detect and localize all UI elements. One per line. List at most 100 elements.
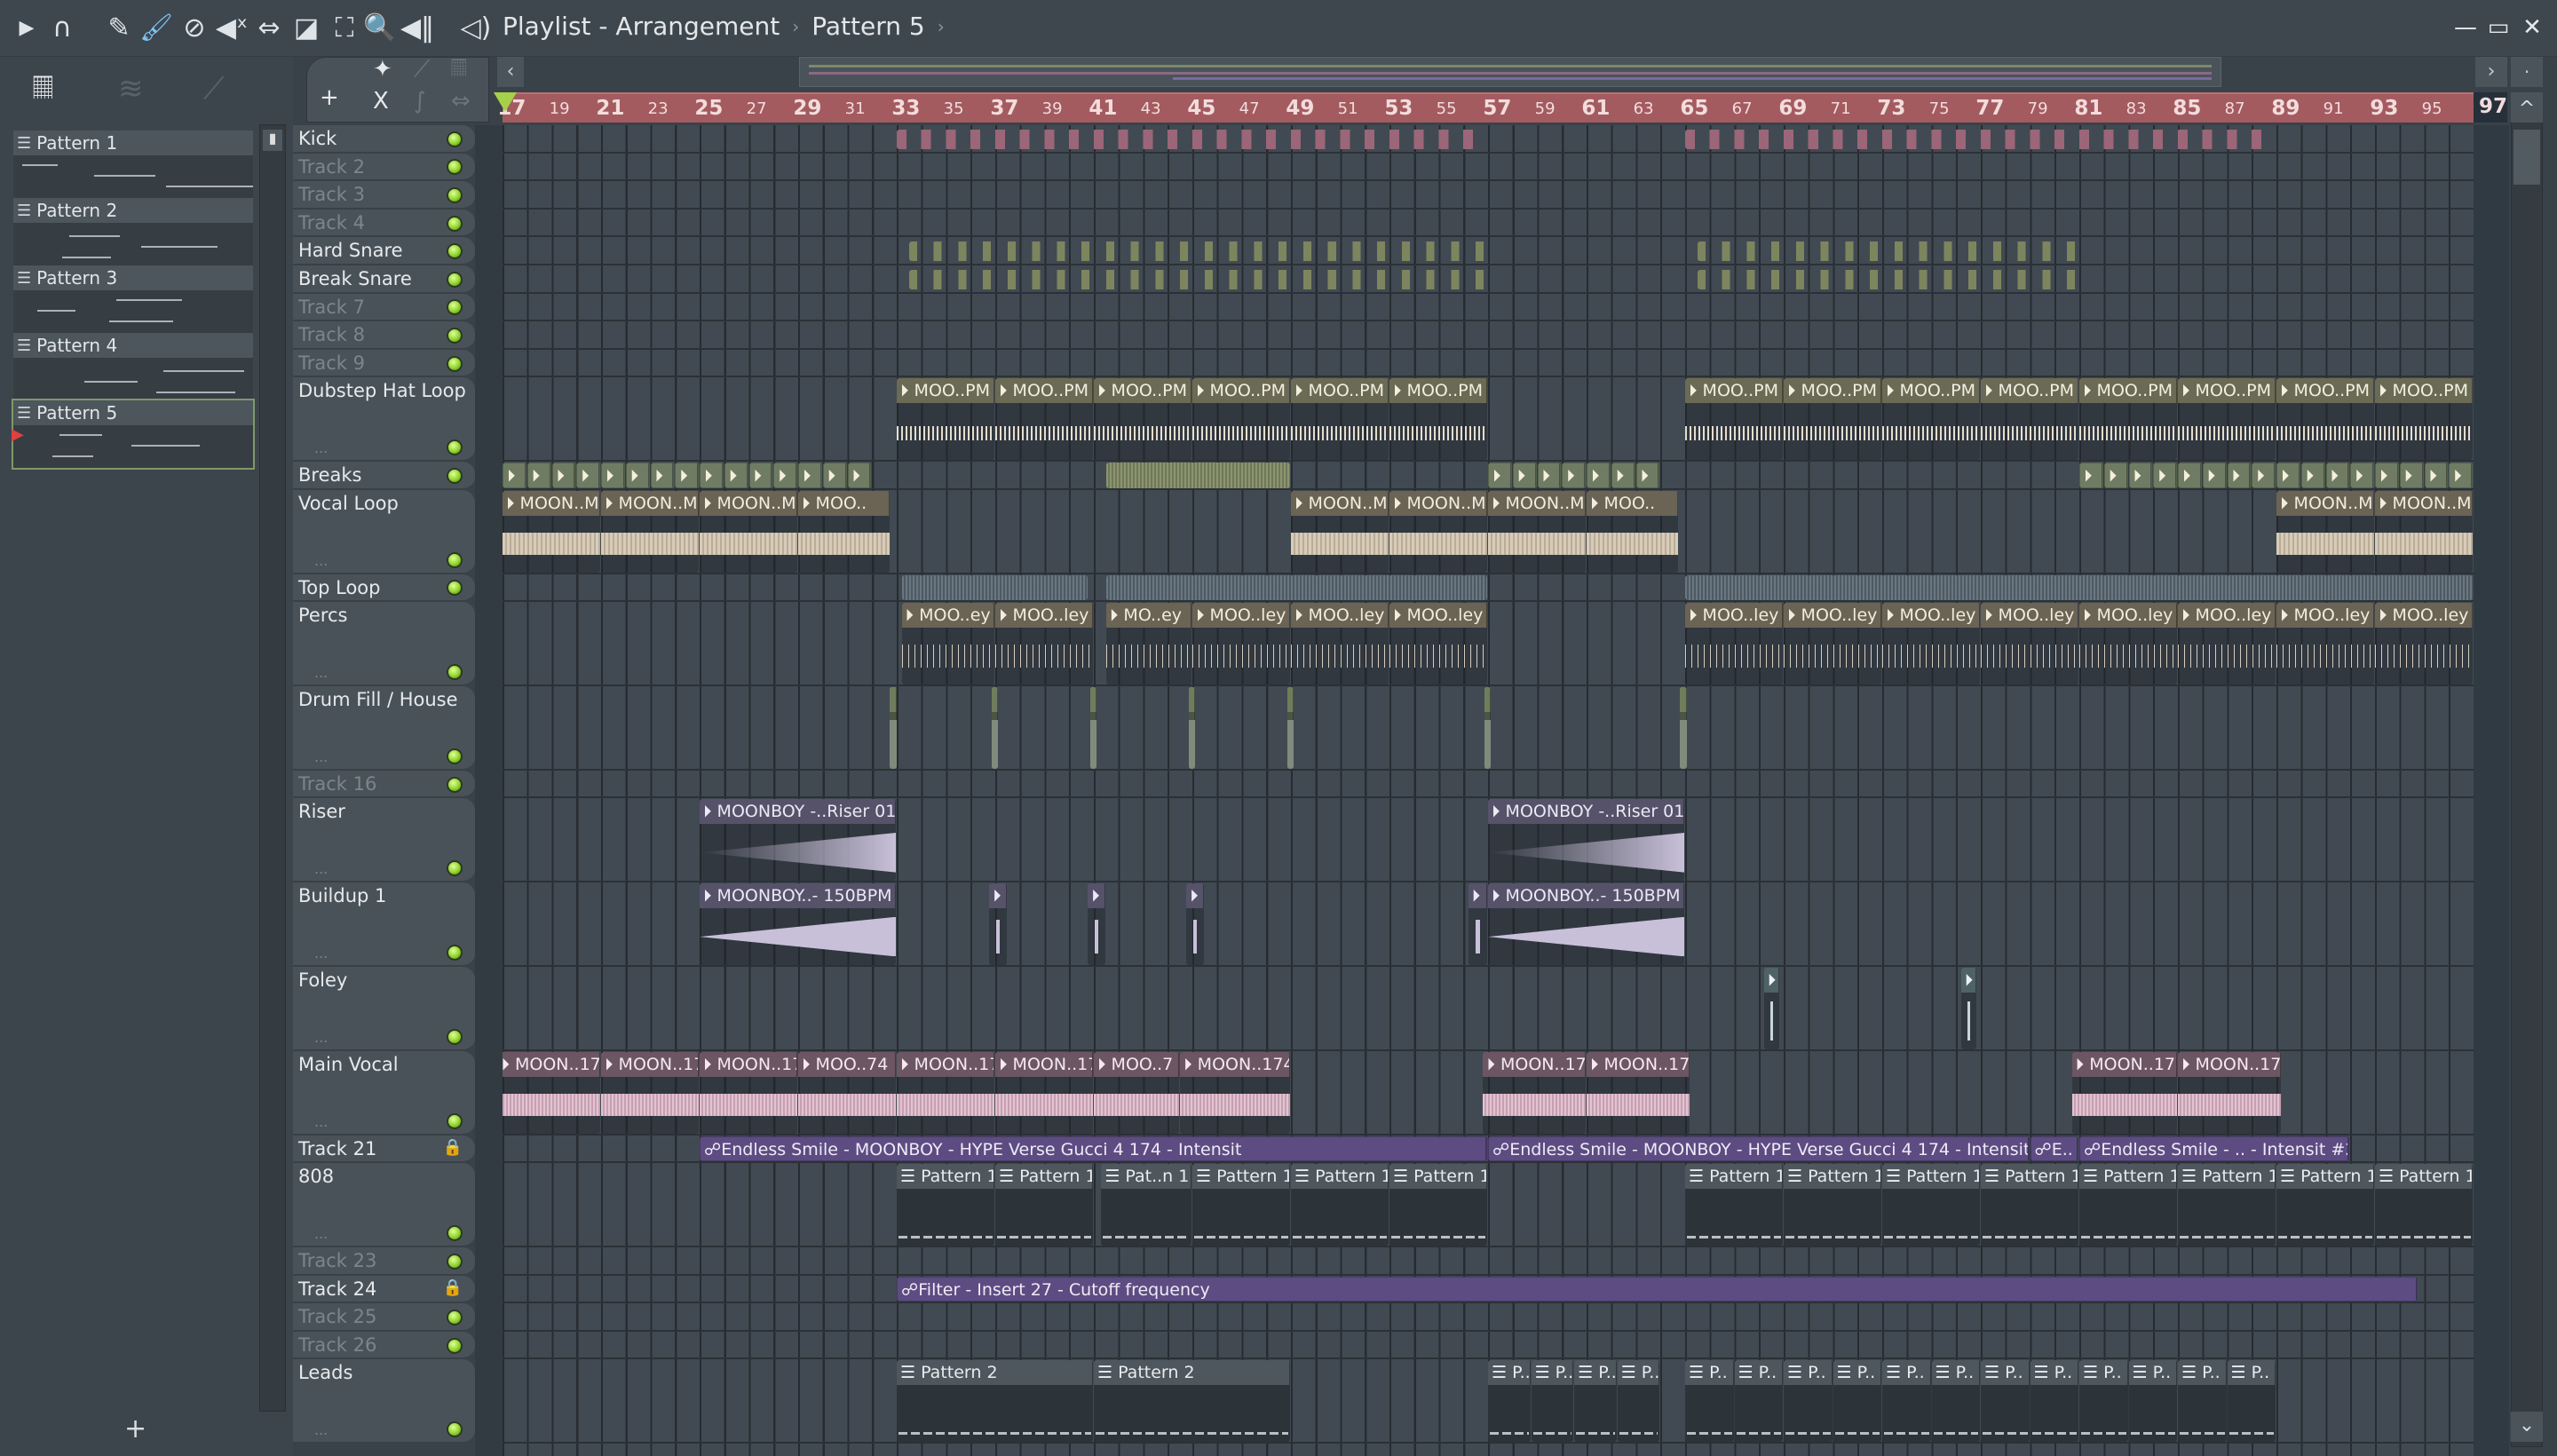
- clip-buildup[interactable]: ⏵ MOONBOY..- 150BPM: [1488, 883, 1684, 965]
- track-header[interactable]: Dubstep Hat Loop...: [293, 377, 475, 463]
- clip-main[interactable]: ⏵ MOO..7: [1094, 1051, 1180, 1134]
- automation-icon[interactable]: ⟋: [414, 56, 430, 83]
- clip-hat[interactable]: ⏵ MOO..PM: [2375, 378, 2473, 461]
- clip-vocal[interactable]: ⏵ MOON..M: [1389, 490, 1487, 573]
- clip-hat[interactable]: ⏵ MOO..PM: [897, 378, 994, 461]
- select-icon[interactable]: ⛶: [329, 12, 360, 44]
- clip-auto[interactable]: ☍E..: [2030, 1136, 2078, 1162]
- clip-percs[interactable]: ⏵ MOO..ley: [2276, 603, 2374, 684]
- clip-vocal[interactable]: ⏵ MOON..M: [2276, 490, 2374, 573]
- clip-vocal[interactable]: ⏵ MOON..M: [601, 490, 699, 573]
- track-enable-toggle[interactable]: [447, 1337, 463, 1354]
- clip-pat[interactable]: ☰ P..: [1833, 1360, 1881, 1443]
- track-enable-toggle[interactable]: [447, 860, 463, 877]
- clip-percs[interactable]: ⏵ MOO..ey: [901, 603, 994, 684]
- clip-hat[interactable]: ⏵ MOO..PM: [2276, 378, 2374, 461]
- clip-riser[interactable]: ⏵ MOONBOY -..Riser 01: [700, 799, 896, 882]
- clip-percs[interactable]: ⏵ MOO..ley: [1685, 603, 1783, 684]
- clip-vocal[interactable]: ⏵ MOON..M: [700, 490, 797, 573]
- clip-small[interactable]: ⏵: [1186, 883, 1204, 965]
- clip-percs[interactable]: ⏵ MOO..ley: [1981, 603, 2078, 684]
- clip-breaks[interactable]: ⏵: [798, 463, 822, 488]
- clip-pat[interactable]: ☰ Pattern 1: [1291, 1164, 1389, 1246]
- clip-main[interactable]: ⏵ MOON..17: [601, 1051, 699, 1134]
- clip-dense[interactable]: [1105, 463, 1290, 488]
- track-options-dots[interactable]: ...: [314, 748, 328, 765]
- clip-hat[interactable]: ⏵ MOO..PM: [1685, 378, 1783, 461]
- scroll-down-button[interactable]: ⌄: [2511, 1412, 2543, 1442]
- clip-vocal[interactable]: ⏵ MOO..: [798, 490, 891, 573]
- mute-icon[interactable]: ◀ˣ: [216, 12, 248, 44]
- track-header[interactable]: Track 8: [293, 321, 475, 350]
- clip-breaks[interactable]: ⏵: [551, 463, 576, 488]
- clip-fill[interactable]: [1188, 687, 1196, 769]
- speaker-icon[interactable]: ◁): [460, 12, 492, 44]
- clip-hat[interactable]: ⏵ MOO..PM: [2178, 378, 2276, 461]
- track-header[interactable]: Top Loop: [293, 574, 475, 603]
- piano-icon[interactable]: 𝄜: [33, 71, 53, 107]
- clip-breaks[interactable]: ⏵: [2276, 463, 2300, 488]
- automation-icon[interactable]: ⟋: [203, 71, 225, 107]
- clip-percs[interactable]: ⏵ MOO..ley: [1882, 603, 1980, 684]
- clip-fill[interactable]: [1484, 687, 1492, 769]
- clip-vocal[interactable]: ⏵ MOON..M: [1291, 490, 1389, 573]
- track-enable-toggle[interactable]: [447, 327, 463, 344]
- clip-breaks[interactable]: ⏵: [773, 463, 797, 488]
- clip-breaks[interactable]: ⏵: [625, 463, 650, 488]
- track-header[interactable]: Break Snare: [293, 265, 475, 294]
- track-header[interactable]: Percs...: [293, 602, 475, 686]
- track-enable-toggle[interactable]: [447, 945, 463, 961]
- clip-vocal[interactable]: ⏵ MOO..: [1587, 490, 1679, 573]
- track-enable-toggle[interactable]: [447, 271, 463, 288]
- clip-breaks[interactable]: ⏵: [2399, 463, 2424, 488]
- track-enable-toggle[interactable]: [447, 1225, 463, 1242]
- clip-hat[interactable]: ⏵ MOO..PM: [1291, 378, 1389, 461]
- clip-main[interactable]: ⏵ MOON..174: [995, 1051, 1093, 1134]
- clip-main[interactable]: ⏵ MOO..74: [798, 1051, 896, 1134]
- clip-pat[interactable]: ☰ Pattern 1: [1981, 1164, 2078, 1246]
- clip-vocal[interactable]: ⏵ MOON..M: [503, 490, 600, 573]
- clip-breaks[interactable]: ⏵: [2300, 463, 2325, 488]
- clip-percs[interactable]: ⏵ MOO..ley: [1291, 603, 1389, 684]
- clip-hat[interactable]: ⏵ MOO..PM: [2079, 378, 2177, 461]
- clip-hat[interactable]: ⏵ MOO..PM: [1882, 378, 1980, 461]
- clip-fill[interactable]: [1089, 687, 1097, 769]
- stretch-icon[interactable]: ⇔: [451, 88, 471, 115]
- track-options-dots[interactable]: ...: [314, 945, 328, 961]
- lock-icon[interactable]: 🔒: [443, 1138, 463, 1157]
- track-header[interactable]: Breaks: [293, 462, 475, 490]
- clip-pat[interactable]: ☰ P..: [2079, 1360, 2128, 1443]
- pencil-icon[interactable]: ✎: [103, 12, 135, 44]
- clip-breaks[interactable]: ⏵: [1512, 463, 1537, 488]
- clip-breaks[interactable]: ⏵: [1611, 463, 1635, 488]
- track-header[interactable]: Riser...: [293, 798, 475, 883]
- track-enable-toggle[interactable]: [447, 1253, 463, 1270]
- clip-pat[interactable]: ☰ P..: [1931, 1360, 1980, 1443]
- track-enable-toggle[interactable]: [447, 580, 463, 597]
- clip-snare[interactable]: [908, 270, 1487, 289]
- clip-pat[interactable]: ☰ Pattern 1: [1389, 1164, 1487, 1246]
- track-options-dots[interactable]: ...: [314, 1421, 328, 1438]
- clip-pat[interactable]: ☰ P..: [2178, 1360, 2227, 1443]
- track-options-dots[interactable]: ...: [314, 860, 328, 877]
- clip-fill[interactable]: [991, 687, 999, 769]
- pattern-item[interactable]: ☰ Pattern 4: [13, 333, 253, 400]
- track-enable-toggle[interactable]: [447, 1029, 463, 1045]
- clip-hat[interactable]: ⏵ MOO..PM: [1192, 378, 1290, 461]
- clip-breaks[interactable]: ⏵: [576, 463, 600, 488]
- clip-foley[interactable]: ⏵: [1763, 968, 1779, 1049]
- picker-scrollbar[interactable]: [259, 124, 286, 1412]
- clip-auto[interactable]: ☍Filter - Insert 27 - Cutoff frequency: [897, 1276, 2418, 1302]
- scroll-right-button[interactable]: ›: [2475, 57, 2507, 87]
- clip-fill[interactable]: [889, 687, 898, 769]
- clip-kick[interactable]: [897, 130, 1487, 149]
- track-header[interactable]: Buildup 1...: [293, 882, 475, 967]
- track-header[interactable]: Main Vocal...: [293, 1050, 475, 1136]
- track-enable-toggle[interactable]: [447, 1309, 463, 1325]
- clip-pat[interactable]: ☰ Pattern 1: [1685, 1164, 1783, 1246]
- play-icon[interactable]: ▶: [11, 12, 43, 44]
- clip-fill[interactable]: [1680, 687, 1687, 769]
- close-button[interactable]: ✕: [2517, 12, 2547, 43]
- track-enable-toggle[interactable]: [447, 243, 463, 260]
- clip-auto[interactable]: ☍Endless Smile - .. - Intensit #2: [2079, 1136, 2350, 1162]
